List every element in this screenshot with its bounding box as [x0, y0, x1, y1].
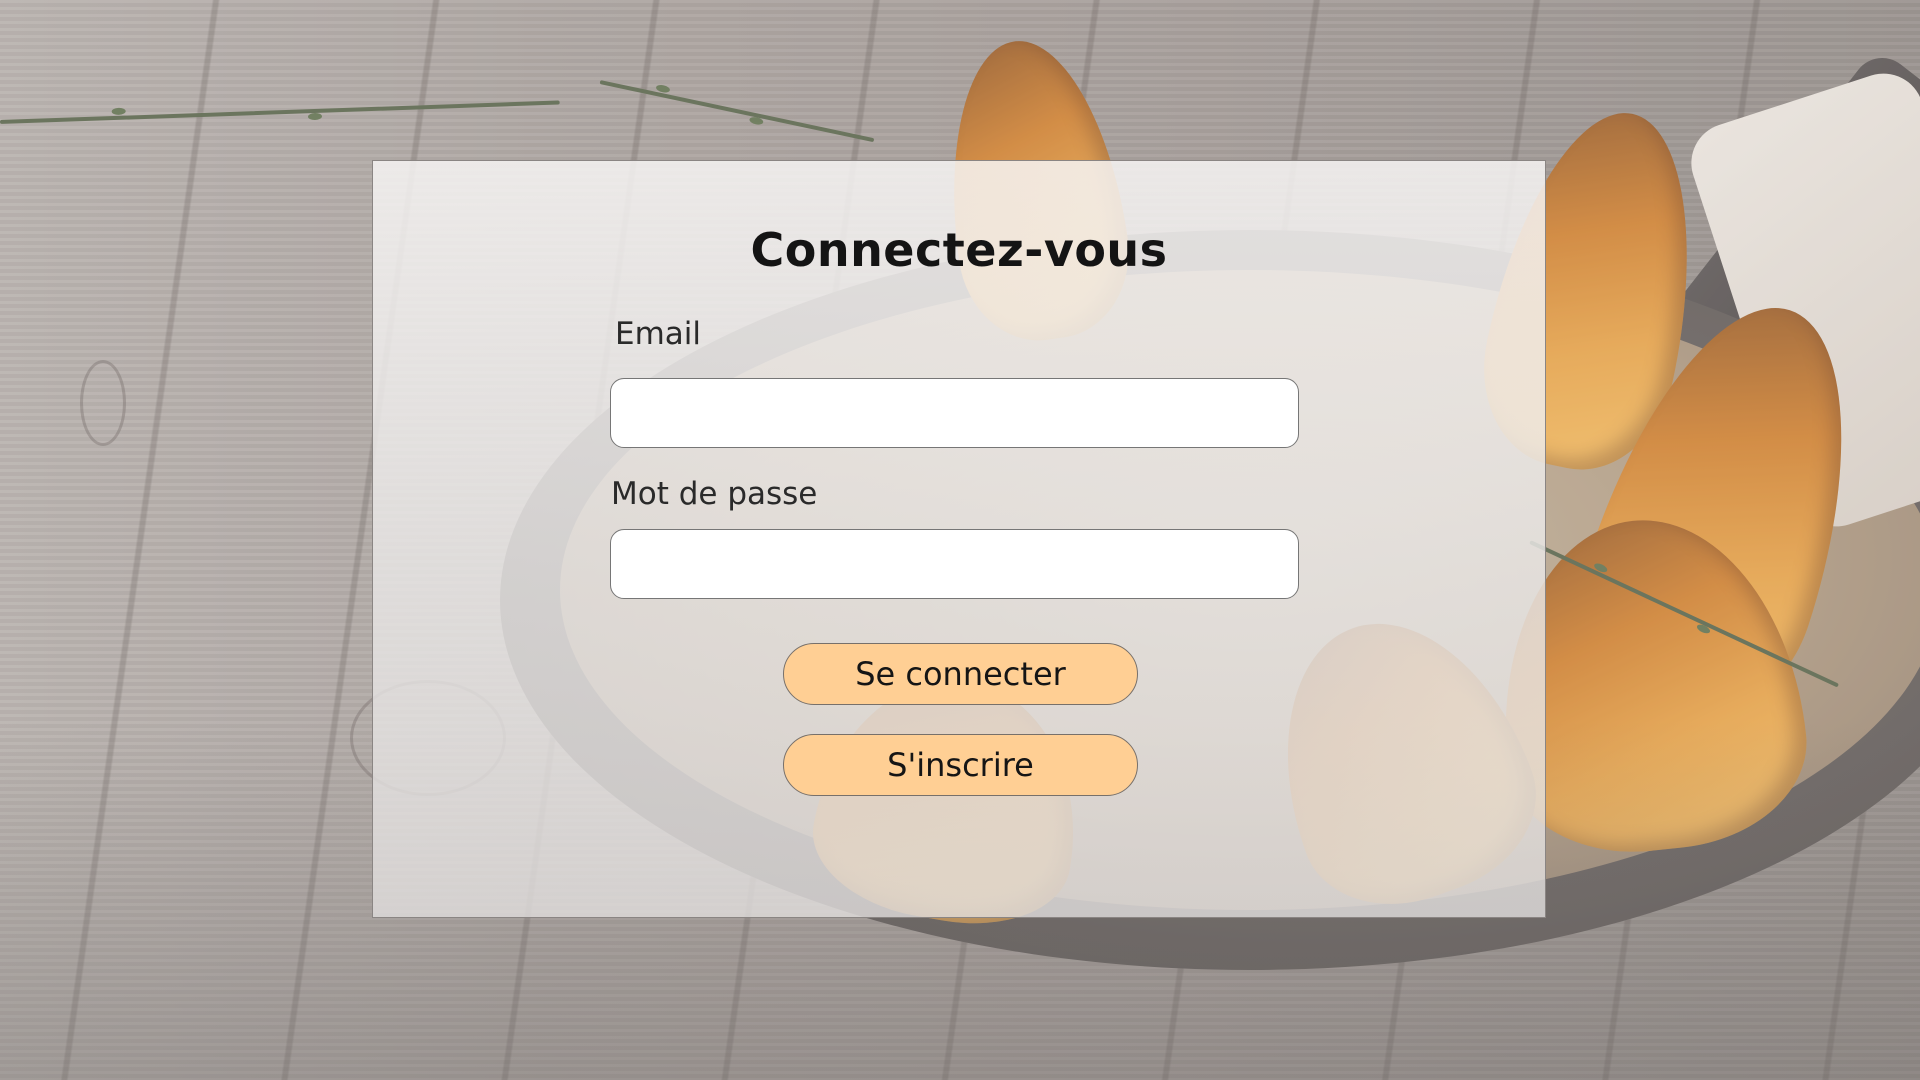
email-label: Email [615, 316, 702, 352]
password-label: Mot de passe [611, 476, 818, 512]
login-card: Connectez-vous Email Mot de passe Se con… [372, 160, 1546, 918]
login-button[interactable]: Se connecter [783, 643, 1138, 705]
password-field[interactable] [610, 529, 1299, 599]
signup-button[interactable]: S'inscrire [783, 734, 1138, 796]
email-field[interactable] [610, 378, 1299, 448]
login-screen: Connectez-vous Email Mot de passe Se con… [0, 0, 1920, 1080]
page-title: Connectez-vous [750, 223, 1168, 277]
